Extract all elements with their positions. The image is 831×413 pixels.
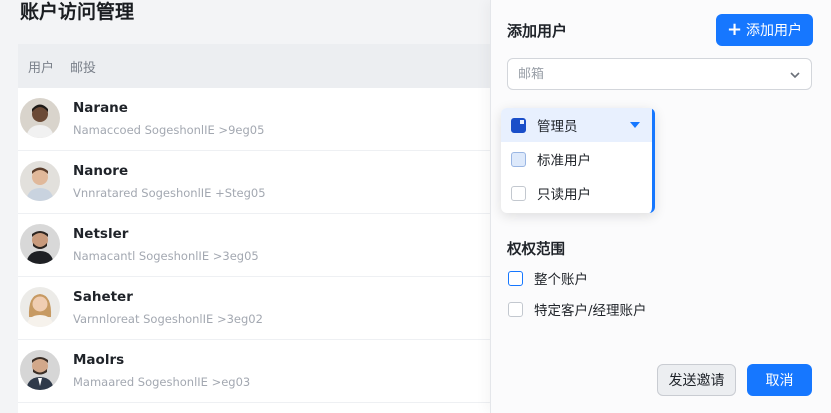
- avatar: [20, 161, 60, 201]
- scope-option-entire-account[interactable]: 整个账户: [508, 268, 588, 288]
- user-row[interactable]: Nanore Vnnratared SogeshonlIE +Steg05: [18, 151, 490, 214]
- role-dropdown[interactable]: 管理员 标准用户 只读用户: [501, 108, 655, 213]
- avatar: [20, 98, 60, 138]
- role-label: 管理员: [537, 119, 578, 135]
- user-row[interactable]: Maolrs Mamaared SogeshonlIE >eg03: [18, 340, 490, 403]
- user-detail: Vnnratared SogeshonlIE +Steg05: [73, 186, 266, 200]
- scope-title: 权权范围: [507, 242, 565, 258]
- plus-icon: +: [726, 19, 743, 40]
- list-header: 用户 邮投: [18, 44, 490, 88]
- caret-down-icon[interactable]: [630, 122, 640, 128]
- user-name: Maolrs: [73, 352, 125, 368]
- user-name: Netsler: [73, 226, 129, 242]
- checkbox-icon[interactable]: [511, 151, 526, 167]
- add-user-button[interactable]: + 添加用户: [716, 14, 813, 46]
- user-row[interactable]: Saheter Varnnloreat SogeshonlIE >3eg02: [18, 277, 490, 340]
- user-name: Nanore: [73, 163, 129, 179]
- scope-option-specific-accounts[interactable]: 特定客户/经理账户: [508, 299, 647, 319]
- user-detail: Namacantl SogeshonlIE >3eg05: [73, 249, 259, 263]
- user-detail: Varnnloreat SogeshonlIE >3eg02: [73, 312, 263, 326]
- role-option-readonly[interactable]: 只读用户: [501, 176, 652, 210]
- main-area: 账户访问管理 用户 邮投 Narane Namaccoed SogeshonlI…: [0, 0, 490, 413]
- scope-label: 特定客户/经理账户: [534, 303, 647, 319]
- email-input[interactable]: [518, 66, 788, 82]
- user-row[interactable]: Netsler Namacantl SogeshonlIE >3eg05: [18, 214, 490, 277]
- role-option-standard[interactable]: 标准用户: [501, 142, 652, 176]
- role-label: 标准用户: [537, 153, 591, 169]
- scope-label: 整个账户: [534, 272, 588, 288]
- user-row[interactable]: Narane Namaccoed SogeshonlIE >9eg05: [18, 88, 490, 151]
- chevron-down-icon[interactable]: [788, 68, 802, 82]
- avatar: [20, 224, 60, 264]
- checkbox-checked-icon[interactable]: [511, 117, 526, 133]
- email-field[interactable]: [507, 58, 812, 90]
- avatar: [20, 287, 60, 327]
- role-label: 只读用户: [537, 187, 591, 203]
- checkbox-icon[interactable]: [508, 270, 523, 286]
- user-detail: Namaccoed SogeshonlIE >9eg05: [73, 123, 265, 137]
- header-user: 用户: [28, 60, 55, 76]
- panel-title: 添加用户: [507, 22, 568, 40]
- user-detail: Mamaared SogeshonlIE >eg03: [73, 375, 251, 389]
- checkbox-icon[interactable]: [511, 185, 526, 201]
- user-name: Saheter: [73, 289, 133, 305]
- role-option-admin[interactable]: 管理员: [501, 108, 652, 142]
- send-invite-button[interactable]: 发送邀请: [657, 364, 736, 396]
- add-user-panel: 添加用户 + 添加用户 管理员 标准用户 只读用户 权权范围 整个账户 特定客户…: [490, 0, 831, 413]
- user-name: Narane: [73, 100, 128, 116]
- avatar: [20, 350, 60, 390]
- cancel-button[interactable]: 取消: [747, 364, 812, 396]
- page-title: 账户访问管理: [20, 1, 135, 23]
- header-email: 邮投: [70, 60, 97, 76]
- user-list: 用户 邮投 Narane Namaccoed SogeshonlIE >9eg0…: [18, 44, 490, 413]
- add-user-label: 添加用户: [746, 23, 803, 39]
- checkbox-icon[interactable]: [508, 301, 523, 317]
